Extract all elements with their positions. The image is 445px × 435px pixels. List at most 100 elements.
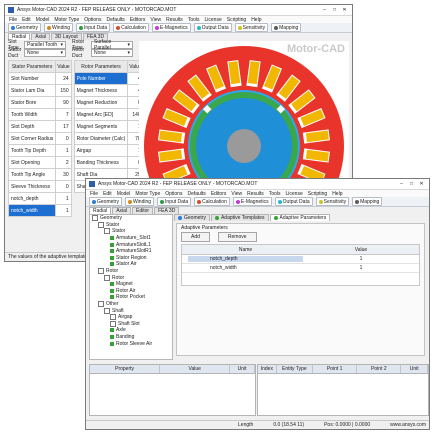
tree-node[interactable]: ArmatureSlotR1 [90,248,172,255]
toolbar-button[interactable]: Output Data [193,23,232,32]
menu-item[interactable]: Options [165,191,182,197]
menu-item[interactable]: Motor Type [54,17,79,23]
table-row[interactable]: Tooth Tip Angle 30 [7,168,72,181]
menu-item[interactable]: File [90,191,98,197]
expand-icon[interactable] [110,320,116,327]
menu-item[interactable]: Help [332,191,342,197]
parameter-value[interactable]: 17 [55,120,72,133]
minimize-icon[interactable]: – [322,7,327,13]
view-tab[interactable]: Axial [31,33,51,40]
title-bar[interactable]: Ansys Motor-CAD 2024 R2 - FEP RELEASE ON… [86,179,429,190]
tree-node[interactable]: Magnet [90,281,172,288]
menu-item[interactable]: License [205,17,222,23]
table-row[interactable]: Rotor Diameter (Calc) 78 [73,132,144,145]
tree-node[interactable]: Rotor [90,274,172,281]
remove-button[interactable]: Remove [217,232,257,242]
parameter-value[interactable]: 2 [55,156,72,169]
toolbar-button[interactable]: Sensitivity [315,197,350,206]
menu-item[interactable]: Results [247,191,264,197]
tree-node[interactable]: Geometry [90,215,172,222]
table-row[interactable]: Slot Number 24 [7,72,72,85]
expand-icon[interactable] [104,307,110,314]
parameter-value[interactable]: 1 [55,144,72,157]
tree-node[interactable]: Rotor Air [90,288,172,295]
table-row[interactable]: Slot Opening 2 [7,156,72,169]
menu-item[interactable]: Defaults [187,191,205,197]
menu-item[interactable]: Edit [103,191,112,197]
expand-icon[interactable] [104,228,110,235]
toolbar-button[interactable]: Input Data [76,23,111,32]
toolbar-button[interactable]: Mapping [271,23,302,32]
parameter-value[interactable]: 1 [303,256,419,262]
table-row[interactable]: Sleeve Thickness 0 [7,180,72,193]
title-bar[interactable]: Ansys Motor-CAD 2024 R2 - FEP RELEASE ON… [5,5,352,16]
expand-icon[interactable] [98,301,104,308]
toolbar-button[interactable]: Output Data [274,197,313,206]
view-tab[interactable]: Radial [89,207,112,214]
table-row[interactable]: Tooth Tip Depth 1 [7,144,72,157]
view-tab[interactable]: FEA 3D [154,207,180,214]
column-header[interactable]: Unit [401,365,428,373]
menu-item[interactable]: File [9,17,17,23]
checked-icon[interactable] [110,328,114,333]
parameter-value[interactable]: 90 [55,96,72,109]
column-header[interactable]: Point 2 [357,365,402,373]
menu-item[interactable]: View [150,17,161,23]
sub-tab[interactable]: Adaptive Parameters [269,214,331,221]
menu-item[interactable]: License [286,191,303,197]
tree-node[interactable]: Shaft [90,307,172,314]
parameter-value[interactable]: 24 [55,72,72,85]
toolbar-button[interactable]: Calculation [194,197,230,206]
menu-item[interactable]: Model [117,191,131,197]
sub-tab[interactable]: Geometry [174,214,210,221]
rotor-type-select[interactable]: Surface Parallel ▾ [91,39,133,51]
view-tab[interactable]: Editor [132,207,154,214]
rotor-duct-select[interactable]: None ▾ [91,49,133,57]
menu-item[interactable]: Editors [211,191,227,197]
checked-icon[interactable] [110,341,114,346]
minimize-icon[interactable]: – [399,181,404,187]
tree-node[interactable]: ArmatureSlotL1 [90,241,172,248]
toolbar-button[interactable]: Sensitivity [234,23,269,32]
table-row[interactable]: notch_depth 1 [182,255,419,264]
parameter-value[interactable]: 150 [55,84,72,97]
toolbar-button[interactable]: Calculation [113,23,149,32]
tree-node[interactable]: Rotor Sleeve Air [90,340,172,347]
toolbar-button[interactable]: E-Magnetics [151,23,191,32]
menu-item[interactable]: Results [166,17,183,23]
tree-node[interactable]: Stator [90,228,172,235]
menu-item[interactable]: Motor Type [135,191,160,197]
checked-icon[interactable] [110,282,114,287]
parameter-name[interactable]: notch_depth [188,256,303,262]
parameter-value[interactable]: 30 [55,168,72,181]
menu-item[interactable]: Options [84,17,101,23]
tree-node[interactable]: Stator [90,221,172,229]
menu-item[interactable]: Scripting [227,17,246,23]
toolbar-button[interactable]: Winding [124,197,155,206]
table-row[interactable]: Slot Depth 17 [7,120,72,133]
table-row[interactable]: Banding Thickness0 [73,156,144,169]
stator-duct-select[interactable]: None ▾ [24,49,66,57]
maximize-icon[interactable]: □ [332,7,337,13]
tree-node[interactable]: Other [90,301,172,308]
menu-item[interactable]: Model [36,17,50,23]
toolbar-button[interactable]: Mapping [352,197,383,206]
menu-item[interactable]: Help [251,17,261,23]
menu-item[interactable]: Defaults [106,17,124,23]
tree-node[interactable]: Airgap [90,314,172,321]
checked-icon[interactable] [110,288,114,293]
add-button[interactable]: Add [181,232,210,242]
column-header[interactable]: Property [90,365,161,373]
close-icon[interactable]: ✕ [342,7,347,13]
column-header[interactable]: Point 1 [313,365,358,373]
tree-node[interactable]: Stator Air [90,261,172,268]
table-row[interactable]: notch_width 1 [7,204,72,217]
checked-icon[interactable] [110,236,114,241]
view-tab[interactable]: Axial [112,207,132,214]
menu-item[interactable]: View [231,191,242,197]
table-row[interactable]: Magnet Arc [ED] 140 [73,108,144,121]
tree-node[interactable]: Armature_Slot1 [90,235,172,242]
parameter-value[interactable]: 1 [303,265,419,271]
table-row[interactable]: notch_width 1 [182,264,419,273]
column-header[interactable]: Unit [230,365,255,373]
